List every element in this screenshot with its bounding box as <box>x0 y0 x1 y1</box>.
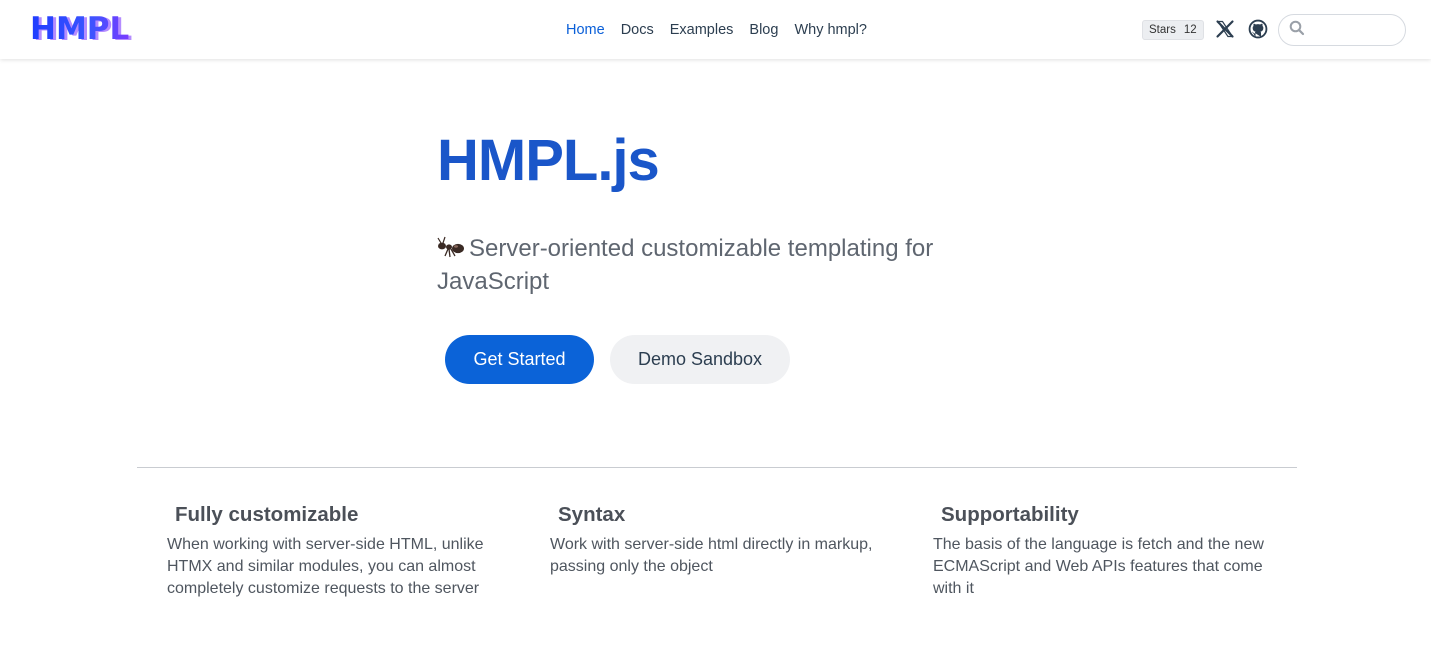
stars-label: Stars <box>1149 24 1176 36</box>
logo[interactable]: HMPL <box>30 12 129 46</box>
x-twitter-icon[interactable] <box>1213 17 1237 41</box>
feature-description: The basis of the language is fetch and t… <box>933 536 1264 597</box>
main-nav: Home Docs Examples Blog Why hmpl? <box>558 0 875 59</box>
section-divider <box>137 467 1297 468</box>
feature-card: Syntax Work with server-side html direct… <box>550 502 900 578</box>
nav-link-why-hmpl[interactable]: Why hmpl? <box>786 22 875 38</box>
search-box[interactable] <box>1278 14 1406 46</box>
search-icon <box>1289 20 1305 41</box>
nav-link-home[interactable]: Home <box>558 22 613 38</box>
feature-title: Fully customizable <box>175 503 359 526</box>
nav-link-blog[interactable]: Blog <box>741 22 786 38</box>
feature-card: Fully customizable When working with ser… <box>167 502 517 600</box>
hero-tagline: Server-oriented customizable templating … <box>437 232 997 298</box>
demo-sandbox-button[interactable]: Demo Sandbox <box>610 335 790 384</box>
hero-tagline-text: Server-oriented customizable templating … <box>437 235 934 295</box>
github-icon[interactable] <box>1246 17 1270 41</box>
hero-title: HMPL.js <box>437 128 660 193</box>
nav-link-docs[interactable]: Docs <box>613 22 662 38</box>
nav-link-examples[interactable]: Examples <box>662 22 742 38</box>
stars-count: 12 <box>1183 24 1197 36</box>
ant-icon <box>437 235 465 259</box>
feature-description: When working with server-side HTML, unli… <box>167 536 484 597</box>
get-started-button[interactable]: Get Started <box>445 335 594 384</box>
search-input[interactable] <box>1311 22 1401 38</box>
feature-title: Syntax <box>558 503 626 526</box>
feature-description: Work with server-side html directly in m… <box>550 536 873 575</box>
github-stars-badge[interactable]: Stars 12 <box>1142 20 1204 40</box>
top-navbar: HMPL HMPL Home Docs Examples Blog Why hm… <box>0 0 1431 59</box>
feature-card: Supportability The basis of the language… <box>933 502 1283 600</box>
feature-title: Supportability <box>941 503 1079 526</box>
